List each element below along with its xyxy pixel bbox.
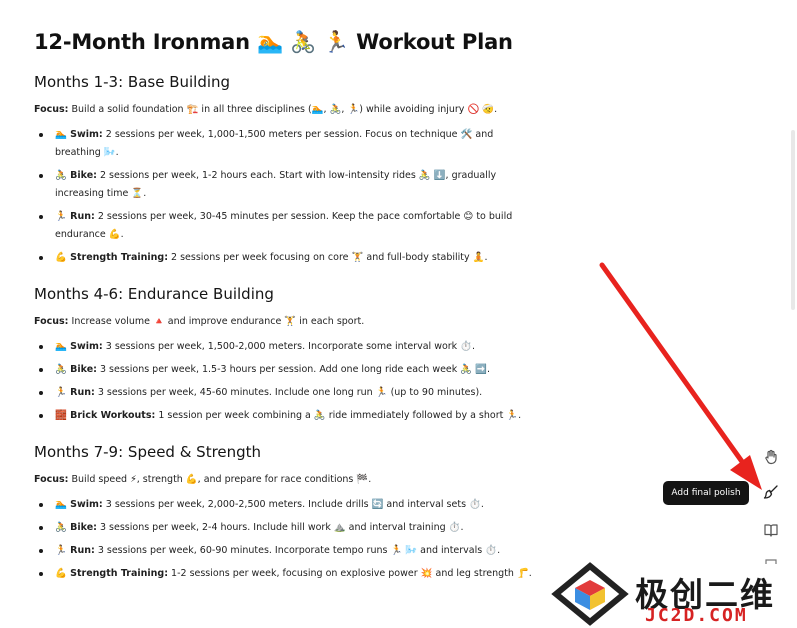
list-item: 💪 Strength Training: 2 sessions per week… [34,249,534,267]
item-label: 💪 Strength Training: [55,252,168,263]
watermark-logo-icon [551,562,629,626]
list-item: 🧱 Brick Workouts: 1 session per week com… [34,407,534,425]
item-label: 🏊 Swim: [55,341,103,352]
focus-text: Build a solid foundation 🏗️ in all three… [71,104,498,115]
section-heading: Months 4-6: Endurance Building [34,285,274,303]
item-text: 1 session per week combining a 🚴 ride im… [158,410,522,421]
item-label: 🏊 Swim: [55,129,103,140]
hand-icon[interactable] [760,446,782,468]
item-label: 🏊 Swim: [55,499,103,510]
focus-text: Build speed ⚡, strength 💪, and prepare f… [71,474,372,485]
focus-label: Focus: [34,474,69,485]
watermark-subtext: JC2D.COM [645,605,748,626]
page-title: 12-Month Ironman 🏊 🚴 🏃 Workout Plan [34,30,513,54]
item-text: 2 sessions per week, 1,000-1,500 meters … [55,129,494,158]
item-text: 3 sessions per week, 2-4 hours. Include … [99,522,464,533]
item-text: 2 sessions per week, 1-2 hours each. Sta… [55,170,497,199]
focus-line: Focus: Build speed ⚡, strength 💪, and pr… [34,473,534,487]
plan-section: Months 7-9: Speed & Strength Focus: Build… [34,443,534,583]
brush-icon[interactable] [760,481,782,503]
item-text: 3 sessions per week, 1.5-3 hours per ses… [99,364,490,375]
item-text: 3 sessions per week, 1,500-2,000 meters.… [105,341,476,352]
focus-label: Focus: [34,104,69,115]
item-text: 3 sessions per week, 2,000-2,500 meters.… [105,499,484,510]
item-label: 💪 Strength Training: [55,568,168,579]
item-text: 3 sessions per week, 45-60 minutes. Incl… [97,387,483,398]
item-text: 1-2 sessions per week, focusing on explo… [171,568,532,579]
list-item: 🏃 Run: 3 sessions per week, 45-60 minute… [34,384,534,402]
list-item: 🚴 Bike: 3 sessions per week, 2-4 hours. … [34,519,534,537]
list-item: 🏊 Swim: 2 sessions per week, 1,000-1,500… [34,126,534,162]
list-item: 🚴 Bike: 2 sessions per week, 1-2 hours e… [34,167,534,203]
section-heading: Months 1-3: Base Building [34,73,231,91]
workout-list: 🏊 Swim: 3 sessions per week, 1,500-2,000… [34,338,534,425]
workout-list: 🏊 Swim: 3 sessions per week, 2,000-2,500… [34,496,534,583]
list-item: 🚴 Bike: 3 sessions per week, 1.5-3 hours… [34,361,534,379]
sections: Months 1-3: Base Building Focus: Build a … [34,73,534,583]
item-label: 🚴 Bike: [55,364,97,375]
plan-section: Months 4-6: Endurance Building Focus: Inc… [34,285,534,425]
item-label: 🚴 Bike: [55,522,97,533]
item-label: 🏃 Run: [55,211,95,222]
section-heading: Months 7-9: Speed & Strength [34,443,262,461]
item-label: 🏃 Run: [55,387,95,398]
list-item: 💪 Strength Training: 1-2 sessions per we… [34,565,534,583]
item-label: 🧱 Brick Workouts: [55,410,156,421]
workout-list: 🏊 Swim: 2 sessions per week, 1,000-1,500… [34,126,534,267]
book-icon[interactable] [760,519,782,541]
document: 12-Month Ironman 🏊 🚴 🏃 Workout Plan Mont… [34,30,534,601]
item-text: 3 sessions per week, 60-90 minutes. Inco… [97,545,501,556]
focus-line: Focus: Build a solid foundation 🏗️ in al… [34,103,534,117]
item-text: 2 sessions per week focusing on core 🏋️ … [171,252,488,263]
item-label: 🚴 Bike: [55,170,97,181]
watermark: 极创二维 JC2D.COM [550,560,797,628]
item-label: 🏃 Run: [55,545,95,556]
list-item: 🏃 Run: 3 sessions per week, 60-90 minute… [34,542,534,560]
item-text: 2 sessions per week, 30-45 minutes per s… [55,211,513,240]
list-item: 🏊 Swim: 3 sessions per week, 1,500-2,000… [34,338,534,356]
focus-line: Focus: Increase volume 🔺 and improve end… [34,315,534,329]
focus-label: Focus: [34,316,69,327]
tooltip: Add final polish [663,481,749,505]
list-item: 🏃 Run: 2 sessions per week, 30-45 minute… [34,208,534,244]
scrollbar-thumb[interactable] [791,130,795,310]
plan-section: Months 1-3: Base Building Focus: Build a … [34,73,534,267]
side-toolbar [752,440,792,570]
list-item: 🏊 Swim: 3 sessions per week, 2,000-2,500… [34,496,534,514]
focus-text: Increase volume 🔺 and improve endurance … [71,316,365,327]
